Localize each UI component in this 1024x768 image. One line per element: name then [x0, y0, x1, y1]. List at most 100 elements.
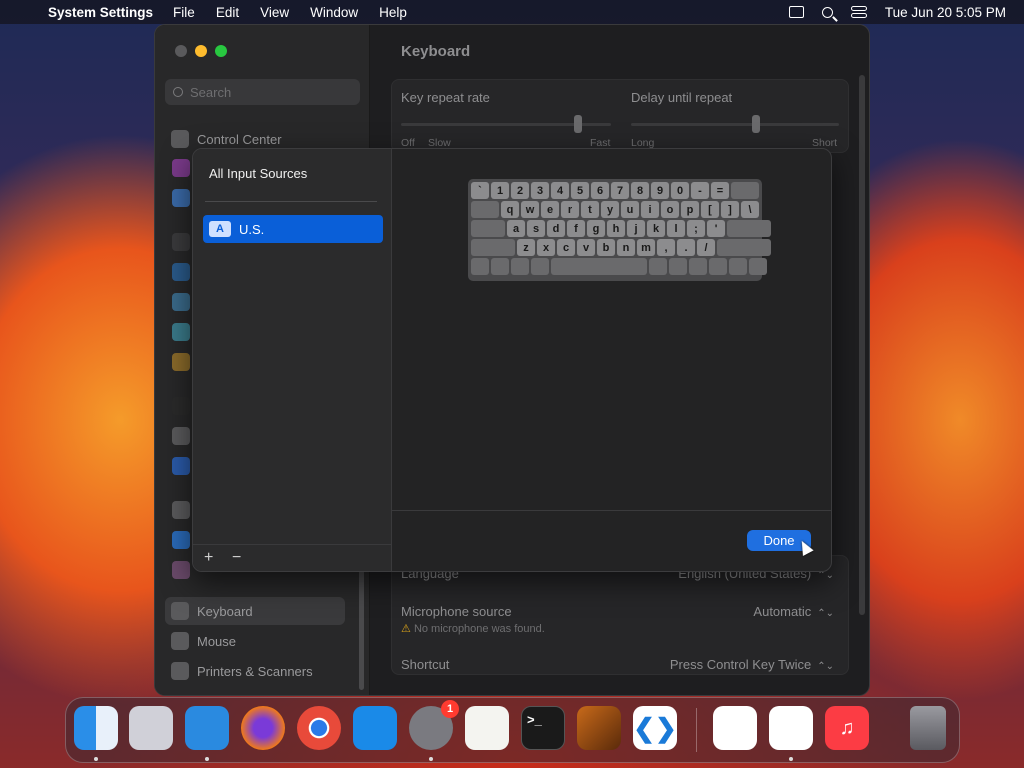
key-repeat-label: Key repeat rate: [401, 90, 490, 105]
keyboard-key: z: [517, 239, 535, 256]
keyboard-modifier-key: [531, 258, 549, 275]
keyboard-modifier-key: [717, 239, 771, 256]
touch-id-icon[interactable]: [172, 427, 190, 445]
clock[interactable]: Tue Jun 20 5:05 PM: [885, 5, 1006, 20]
firefox-icon[interactable]: [241, 706, 285, 750]
users-groups-icon[interactable]: [172, 457, 190, 475]
keyboard-key: e: [541, 201, 559, 218]
keyboard-key: ': [707, 220, 725, 237]
keyboard-key: /: [697, 239, 715, 256]
keyboard-key: 5: [571, 182, 589, 199]
keyboard-key: r: [561, 201, 579, 218]
printer-icon: [171, 662, 189, 680]
siri-icon[interactable]: [172, 159, 190, 177]
menu-edit[interactable]: Edit: [216, 5, 239, 20]
close-button[interactable]: [175, 45, 187, 57]
desktop-dock-icon[interactable]: [172, 233, 190, 251]
dictation-panel: Language English (United States) ⌃⌄ Micro…: [391, 555, 849, 675]
divider: [205, 201, 377, 202]
keyboard-modifier-key: [471, 258, 489, 275]
keyboard-key: j: [627, 220, 645, 237]
keyboard-key: b: [597, 239, 615, 256]
key-repeat-knob[interactable]: [574, 115, 582, 133]
keyboard-key: m: [637, 239, 655, 256]
keyboard-key: 2: [511, 182, 529, 199]
sidebar-item-label: Mouse: [197, 633, 237, 649]
system-settings-icon[interactable]: 1: [409, 700, 459, 750]
safari-icon[interactable]: [185, 706, 229, 750]
internet-accounts-icon[interactable]: [172, 531, 190, 549]
keyboard-key: [: [701, 201, 719, 218]
spotlight-search-icon[interactable]: [821, 6, 833, 18]
app-store-icon[interactable]: [353, 706, 397, 750]
menu-window[interactable]: Window: [310, 5, 358, 20]
keyboard-key: 3: [531, 182, 549, 199]
textedit-icon[interactable]: [465, 706, 509, 750]
passwords-icon[interactable]: [172, 501, 190, 519]
launchpad-icon[interactable]: [129, 706, 173, 750]
finder-icon[interactable]: [74, 706, 118, 750]
minimize-button[interactable]: [195, 45, 207, 57]
trash-icon[interactable]: [910, 706, 946, 750]
menu-file[interactable]: File: [173, 5, 195, 20]
microphone-select[interactable]: Automatic ⌃⌄: [753, 604, 834, 619]
keyboard-key: t: [581, 201, 599, 218]
remove-source-button[interactable]: −: [232, 549, 241, 567]
game-center-icon[interactable]: [172, 561, 190, 579]
vscode-icon[interactable]: ❮❯: [633, 706, 677, 750]
screen-saver-icon[interactable]: [172, 323, 190, 341]
sidebar-item-label: Keyboard: [197, 603, 253, 619]
search-placeholder: Search: [190, 84, 232, 100]
shortcut-select[interactable]: Press Control Key Twice ⌃⌄: [670, 657, 834, 672]
keyboard-key: 1: [491, 182, 509, 199]
add-source-button[interactable]: +: [204, 549, 213, 567]
search-input[interactable]: Search: [165, 79, 360, 105]
app-menu[interactable]: System Settings: [48, 5, 153, 20]
keyboard-key: k: [647, 220, 665, 237]
running-indicator: [429, 757, 433, 761]
keyboard-modifier-key: [731, 182, 759, 199]
wallpaper-icon[interactable]: [172, 293, 190, 311]
menu-view[interactable]: View: [260, 5, 289, 20]
chrome-icon[interactable]: [297, 706, 341, 750]
keyboard-key: p: [681, 201, 699, 218]
keyboard-key: w: [521, 201, 539, 218]
keyboard-key: ;: [687, 220, 705, 237]
input-source-us[interactable]: A U.S.: [203, 215, 383, 243]
content-scrollbar[interactable]: [859, 75, 865, 615]
displays-icon[interactable]: [172, 263, 190, 281]
control-center-icon[interactable]: [850, 6, 867, 18]
sidebar-item-mouse[interactable]: Mouse: [165, 627, 345, 655]
terminal-prompt: >_: [527, 712, 542, 727]
keyboard-layout-preview: ` 1 2 3 4 5 6 7 8 9 0- = q w e r t y u i o p[] \ a s d f g h j k l; ' …: [468, 179, 771, 281]
zoom-button[interactable]: [215, 45, 227, 57]
keyboard-key: q: [501, 201, 519, 218]
sidebar-item-label: Printers & Scanners: [197, 663, 313, 679]
terminal-icon[interactable]: >_: [521, 706, 565, 750]
keyboard-key: .: [677, 239, 695, 256]
visual-studio-icon[interactable]: [713, 706, 757, 750]
keyboard-row: ` 1 2 3 4 5 6 7 8 9 0- =: [471, 182, 759, 199]
lock-screen-icon[interactable]: [172, 397, 190, 415]
freeform-icon[interactable]: [769, 706, 813, 750]
music-icon[interactable]: ♫: [825, 706, 869, 750]
sidebar-item-keyboard[interactable]: Keyboard: [165, 597, 345, 625]
keyboard-modifier-key: [471, 201, 499, 218]
battery-icon[interactable]: [172, 353, 190, 371]
running-indicator: [94, 757, 98, 761]
keyboard-key: 8: [631, 182, 649, 199]
repeat-panel: Key repeat rate Delay until repeat Off S…: [391, 79, 849, 153]
screen-mirroring-icon[interactable]: [788, 6, 804, 18]
keyboard-key: \: [741, 201, 759, 218]
menu-help[interactable]: Help: [379, 5, 407, 20]
notification-badge: 1: [441, 700, 459, 718]
divider: [193, 544, 391, 545]
running-indicator: [205, 757, 209, 761]
control-center-icon: [171, 130, 189, 148]
delay-repeat-slider[interactable]: [631, 123, 839, 126]
garageband-icon[interactable]: [577, 706, 621, 750]
privacy-icon[interactable]: [172, 189, 190, 207]
sidebar-item-printers[interactable]: Printers & Scanners: [165, 657, 345, 685]
dock-separator: [696, 708, 697, 752]
delay-repeat-knob[interactable]: [752, 115, 760, 133]
